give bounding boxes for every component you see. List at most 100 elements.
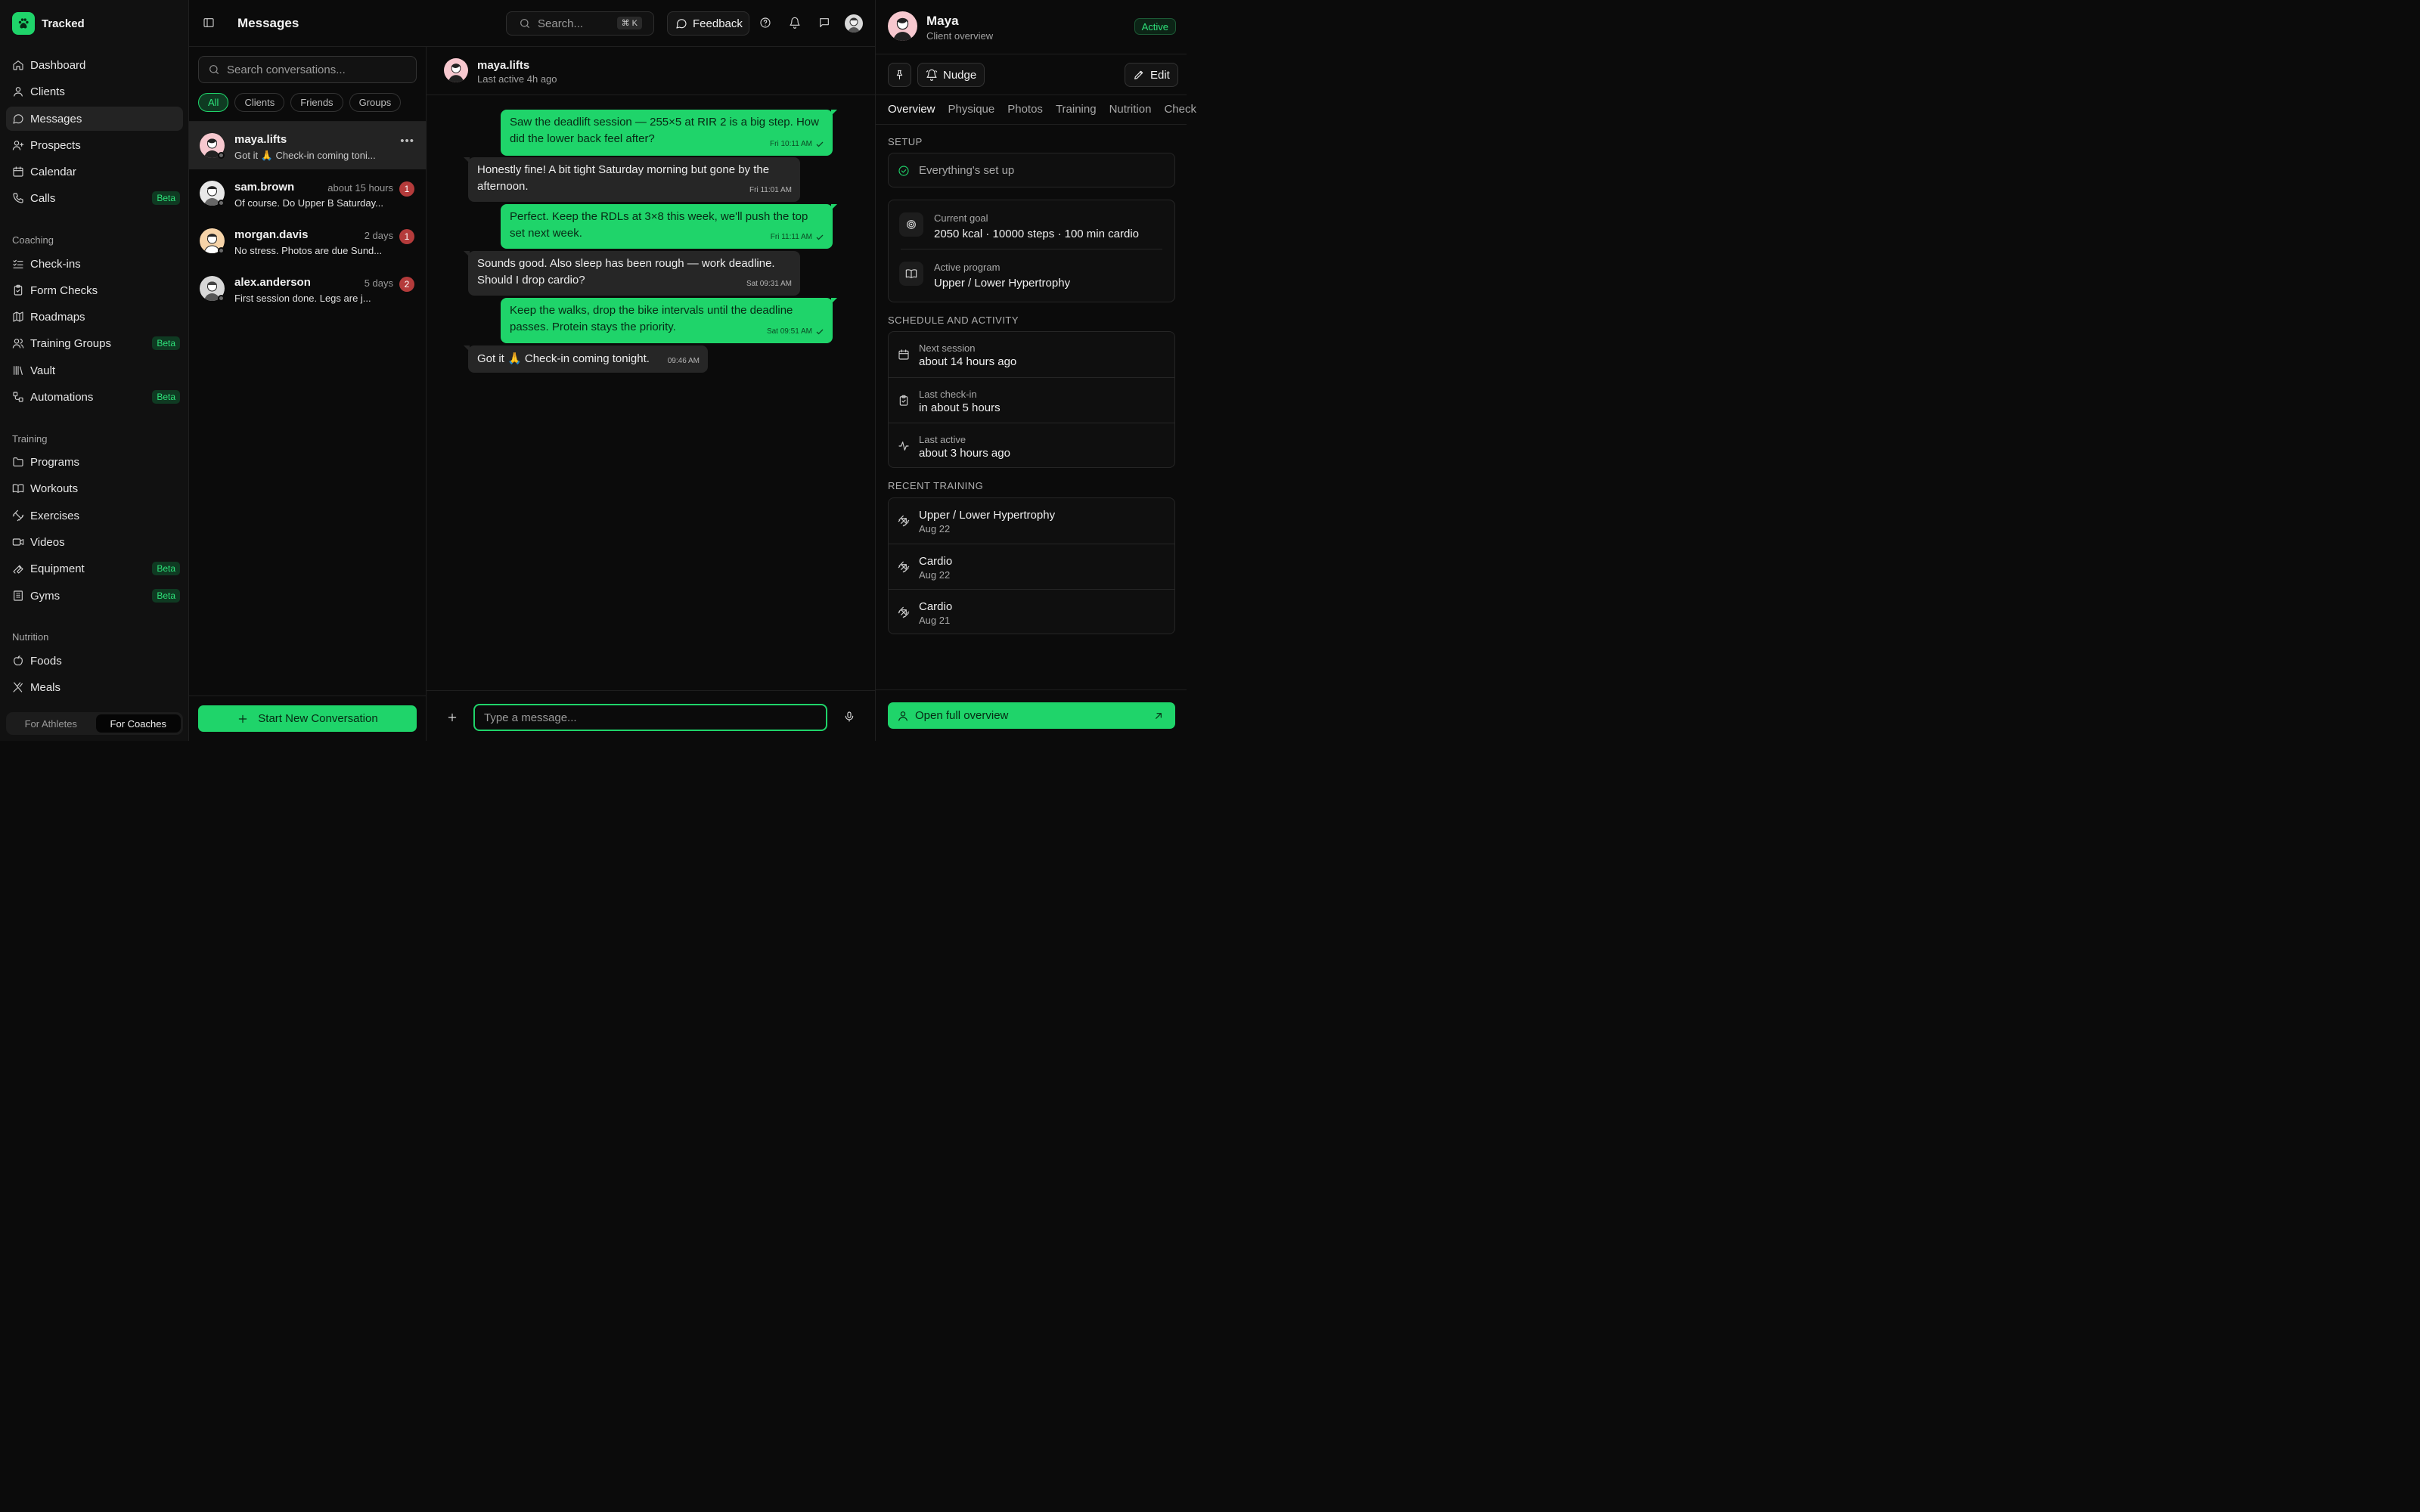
map-icon [13, 311, 23, 322]
unread-badge: 1 [399, 229, 414, 244]
conversation-item[interactable]: morgan.davis 2 days 1 No stress. Photos … [189, 217, 427, 265]
global-search[interactable]: Search... ⌘ K [506, 11, 654, 36]
tab-photos[interactable]: Photos [1007, 103, 1043, 116]
check-icon [816, 234, 824, 240]
footer-divider [876, 689, 1187, 690]
nav-messages[interactable]: Messages [6, 107, 183, 131]
calendar-icon [13, 166, 23, 177]
conversation-item[interactable]: sam.brown about 15 hours 1 Of course. Do… [189, 169, 427, 217]
pencil-icon [1134, 70, 1143, 79]
pin-button[interactable] [888, 63, 911, 87]
filter-friends[interactable]: Friends [290, 93, 343, 112]
sidebar-toggle-icon[interactable] [203, 17, 215, 29]
beta-badge: Beta [152, 589, 180, 603]
message-icon [13, 114, 23, 124]
message-text: Sounds good. Also sleep has been rough —… [477, 257, 775, 287]
nav-label: Gyms [30, 589, 60, 603]
nav-workouts[interactable]: Workouts [6, 476, 183, 500]
message-input[interactable] [473, 704, 827, 731]
for-coaches-toggle[interactable]: For Coaches [95, 714, 181, 733]
open-full-overview-button[interactable]: Open full overview [888, 702, 1175, 729]
nav-gyms[interactable]: Gyms Beta [6, 584, 183, 608]
clipboard-check-icon [899, 395, 908, 406]
start-new-conversation-button[interactable]: Start New Conversation [198, 705, 417, 732]
chat-contact-name: maya.lifts [477, 59, 530, 72]
more-icon[interactable]: ••• [400, 135, 414, 147]
section-nutrition: Nutrition [12, 631, 49, 643]
search-placeholder: Search... [538, 17, 584, 30]
message-text: Keep the walks, drop the bike intervals … [510, 304, 793, 333]
section-setup: SETUP [888, 136, 923, 147]
nav-label: Videos [30, 535, 65, 549]
nav-form-checks[interactable]: Form Checks [6, 278, 183, 302]
nav-meals[interactable]: Meals [6, 675, 183, 699]
conversation-item[interactable]: alex.anderson 5 days 2 First session don… [189, 265, 427, 312]
brand[interactable]: Tracked [12, 12, 85, 35]
tab-overview[interactable]: Overview [888, 103, 935, 116]
nav-programs[interactable]: Programs [6, 450, 183, 474]
nav-exercises[interactable]: Exercises [6, 503, 183, 528]
conversation-search-placeholder: Search conversations... [227, 63, 346, 76]
training-date: Aug 22 [919, 523, 951, 534]
recent-training-item[interactable]: Cardio Aug 22 [889, 544, 1174, 589]
feedback-button[interactable]: Feedback [667, 11, 749, 36]
schedule-label: Last check-in [919, 389, 977, 400]
tab-nutrition[interactable]: Nutrition [1109, 103, 1152, 116]
tab-training[interactable]: Training [1056, 103, 1097, 116]
nav-calendar[interactable]: Calendar [6, 160, 183, 184]
nav-check-ins[interactable]: Check-ins [6, 252, 183, 276]
conversation-item[interactable]: maya.lifts ••• Got it 🙏 Check-in coming … [189, 122, 427, 169]
tab-physique[interactable]: Physique [948, 103, 995, 116]
edit-button[interactable]: Edit [1125, 63, 1178, 87]
nav-foods[interactable]: Foods [6, 649, 183, 673]
attach-plus-icon[interactable] [446, 711, 458, 723]
filter-all[interactable]: All [198, 93, 229, 112]
book-icon [12, 484, 24, 493]
recent-training-item[interactable]: Upper / Lower Hypertrophy Aug 22 [889, 498, 1174, 544]
nav-vault[interactable]: Vault [6, 358, 183, 383]
tab-check[interactable]: Check [1164, 103, 1196, 116]
client-avatar [888, 11, 917, 41]
microphone-icon[interactable] [843, 711, 855, 723]
conversation-name: maya.lifts [234, 133, 287, 146]
start-label: Start New Conversation [258, 712, 378, 725]
nudge-label: Nudge [943, 68, 977, 82]
nav-videos[interactable]: Videos [6, 530, 183, 554]
last-check-in-row: Last check-in in about 5 hours [889, 377, 1174, 423]
nav-dashboard[interactable]: Dashboard [6, 53, 183, 77]
filter-clients[interactable]: Clients [234, 93, 285, 112]
message-incoming: Sounds good. Also sleep has been rough —… [464, 251, 800, 296]
nav-label: Equipment [30, 562, 85, 575]
conversation-search[interactable]: Search conversations... [198, 56, 417, 83]
avatar[interactable] [444, 58, 468, 82]
presence-dot [218, 295, 225, 302]
last-active-row: Last active about 3 hours ago [889, 423, 1174, 468]
filter-groups[interactable]: Groups [349, 93, 402, 112]
nav-label: Vault [30, 364, 56, 377]
nav-roadmaps[interactable]: Roadmaps [6, 305, 183, 329]
role-toggle: For Athletes For Coaches [6, 712, 183, 735]
nav-equipment[interactable]: Equipment Beta [6, 556, 183, 581]
message-outgoing: Saw the deadlift session — 255×5 at RIR … [501, 110, 837, 156]
conversation-footer: Start New Conversation [189, 696, 427, 741]
nav-clients[interactable]: Clients [6, 79, 183, 104]
bell-icon[interactable] [789, 17, 801, 29]
help-icon[interactable] [759, 17, 771, 29]
recent-training-item[interactable]: Cardio Aug 21 [889, 589, 1174, 634]
clipboard-icon [14, 284, 23, 296]
nudge-button[interactable]: Nudge [917, 63, 985, 87]
conversation-panel: Search conversations... All Clients Frie… [189, 47, 427, 741]
nav-prospects[interactable]: Prospects [6, 133, 183, 157]
user-avatar[interactable] [845, 14, 863, 33]
nav-calls[interactable]: Calls Beta [6, 186, 183, 210]
conversation-name: morgan.davis [234, 228, 309, 241]
conversation-filters: All Clients Friends Groups [198, 93, 402, 112]
nav-label: Calendar [30, 165, 76, 178]
message-outgoing: Keep the walks, drop the bike intervals … [501, 298, 837, 343]
nav-training-groups[interactable]: Training Groups Beta [6, 331, 183, 355]
plus-icon [239, 714, 247, 723]
for-athletes-toggle[interactable]: For Athletes [8, 714, 94, 733]
nav-automations[interactable]: Automations Beta [6, 385, 183, 409]
chat-icon[interactable] [818, 17, 830, 29]
unread-badge: 2 [399, 277, 414, 292]
